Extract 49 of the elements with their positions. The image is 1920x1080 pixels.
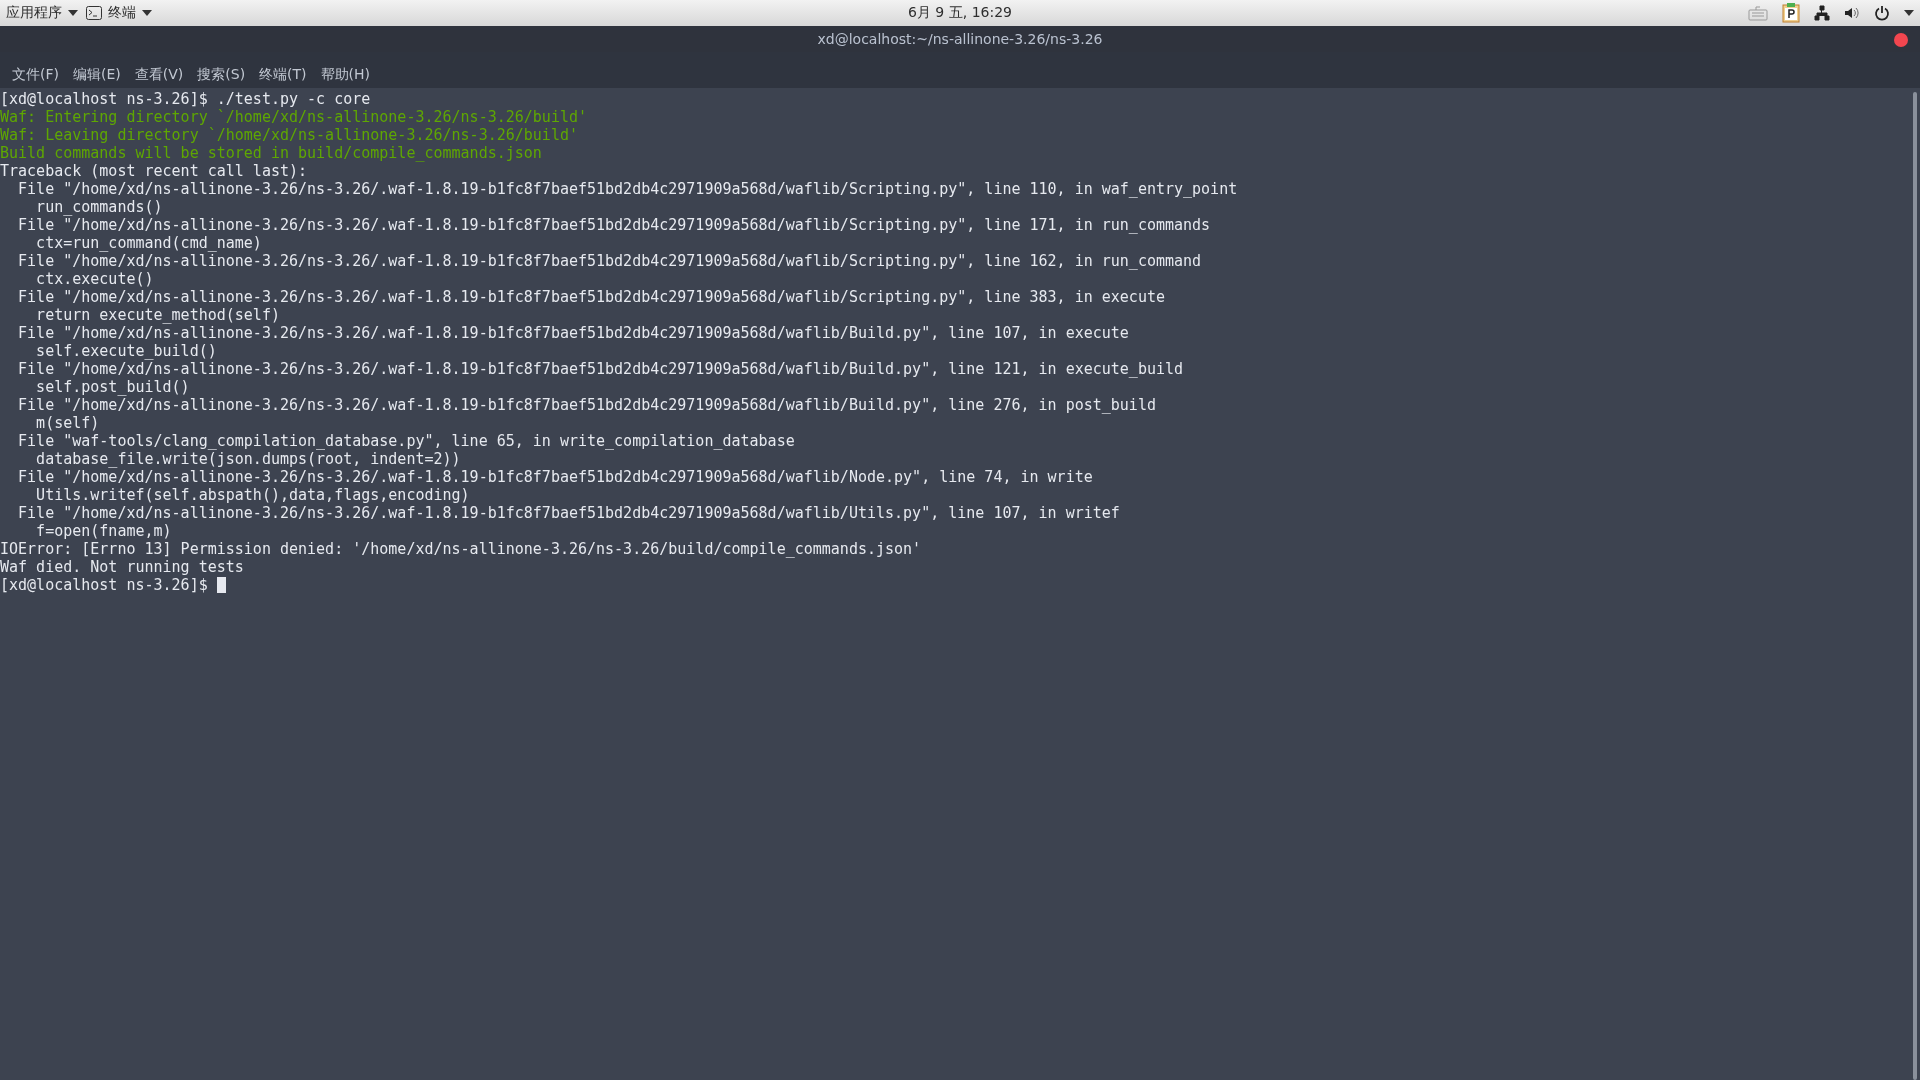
clock[interactable]: 6月 9 五, 16:29 (908, 4, 1012, 22)
terminal-line: self.post_build() (35, 378, 191, 396)
terminal-line: Waf: Leaving directory `/home/xd/ns-allinone-3.26/ns-3.26/build' (0, 126, 579, 144)
scrollbar-thumb[interactable] (1913, 92, 1917, 1080)
terminal-line: return execute_method(self) (35, 306, 281, 324)
terminal-line: File "waf-tools/clang_compilation_database.py", line 65, in write_compilation_database (17, 432, 796, 450)
terminal-line: database_file.write(json.dumps(root, indent=2)) (35, 450, 462, 468)
network-icon[interactable] (1814, 5, 1830, 21)
applications-menu[interactable]: 应用程序 (6, 4, 78, 22)
terminal-line: Waf: Entering directory `/home/xd/ns-allinone-3.26/ns-3.26/build' (0, 108, 588, 126)
menu-item[interactable]: 编辑(E) (67, 66, 127, 84)
terminal-app-menu[interactable]: 终端 (86, 4, 152, 22)
terminal-line: Waf died. Not running tests (0, 558, 245, 576)
terminal-line: File "/home/xd/ns-allinone-3.26/ns-3.26/.waf-1.8.19-b1fc8f7baef51bd2db4c2971909a568d/waflib/Build.py", line 121, in execute_build (17, 360, 1185, 378)
terminal-line: f=open(fname,m) (35, 522, 173, 540)
menu-item[interactable]: 文件(F) (6, 66, 65, 84)
terminal-line: File "/home/xd/ns-allinone-3.26/ns-3.26/.waf-1.8.19-b1fc8f7baef51bd2db4c2971909a568d/waflib/Node.py", line 74, in write (17, 468, 1094, 486)
terminal-line: self.execute_build() (35, 342, 218, 360)
terminal-line: File "/home/xd/ns-allinone-3.26/ns-3.26/.waf-1.8.19-b1fc8f7baef51bd2db4c2971909a568d/waflib/Scripting.py", line 110, in waf_entry_point (17, 180, 1239, 198)
close-button[interactable] (1894, 33, 1908, 47)
menu-item[interactable]: 终端(T) (253, 66, 313, 84)
terminal-line: Utils.writef(self.abspath(),data,flags,encoding) (35, 486, 471, 504)
caret-icon (1904, 10, 1914, 16)
terminal-line: run_commands() (35, 198, 164, 216)
terminal-line: File "/home/xd/ns-allinone-3.26/ns-3.26/.waf-1.8.19-b1fc8f7baef51bd2db4c2971909a568d/waflib/Scripting.py", line 383, in execute (17, 288, 1166, 306)
terminal-line: Traceback (most recent call last): (0, 162, 309, 180)
terminal-line: File "/home/xd/ns-allinone-3.26/ns-3.26/.waf-1.8.19-b1fc8f7baef51bd2db4c2971909a568d/waflib/Scripting.py", line 162, in run_command (17, 252, 1203, 270)
terminal-prompt: [xd@localhost ns-3.26]$ (0, 576, 208, 594)
menu-item[interactable]: 帮助(H) (314, 66, 377, 84)
terminal-icon (86, 6, 102, 20)
text-cursor (216, 577, 226, 593)
terminal-line: IOError: [Errno 13] Permission denied: '/home/xd/ns-allinone-3.26/ns-3.26/build/compile_commands.json' (0, 540, 923, 558)
power-icon[interactable] (1874, 5, 1890, 21)
terminal-line: File "/home/xd/ns-allinone-3.26/ns-3.26/.waf-1.8.19-b1fc8f7baef51bd2db4c2971909a568d/waflib/Scripting.py", line 171, in run_commands (17, 216, 1212, 234)
terminal-line: ctx=run_command(cmd_name) (35, 234, 263, 252)
terminal-line: File "/home/xd/ns-allinone-3.26/ns-3.26/.waf-1.8.19-b1fc8f7baef51bd2db4c2971909a568d/waflib/Build.py", line 107, in execute (17, 324, 1130, 342)
terminal-line: ctx.execute() (35, 270, 155, 288)
terminal-line: [xd@localhost ns-3.26]$ ./test.py -c core (0, 90, 372, 108)
clipboard-icon[interactable] (1782, 3, 1800, 23)
menu-item[interactable]: 搜索(S) (191, 66, 252, 84)
terminal-line: m(self) (35, 414, 101, 432)
caret-icon (68, 10, 78, 16)
menu-item[interactable]: 查看(V) (128, 66, 190, 84)
terminal-line: File "/home/xd/ns-allinone-3.26/ns-3.26/.waf-1.8.19-b1fc8f7baef51bd2db4c2971909a568d/waflib/Build.py", line 276, in post_build (17, 396, 1157, 414)
terminal-line: File "/home/xd/ns-allinone-3.26/ns-3.26/.waf-1.8.19-b1fc8f7baef51bd2db4c2971909a568d/waflib/Utils.py", line 107, in writef (17, 504, 1121, 522)
volume-icon[interactable] (1844, 5, 1860, 21)
window-title: xd@localhost:~/ns-allinone-3.26/ns-3.26 (817, 31, 1103, 47)
terminal-line: Build commands will be stored in build/compile_commands.json (0, 144, 543, 162)
caret-icon (142, 10, 152, 16)
